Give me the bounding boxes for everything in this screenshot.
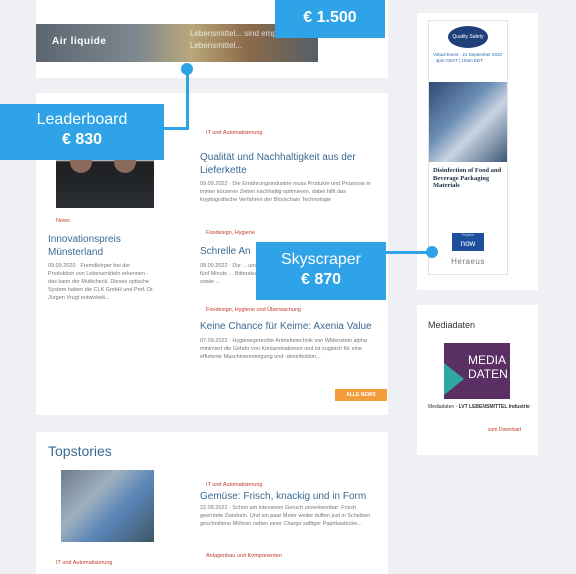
- news-item-title[interactable]: Keine Chance für Keime: Axenia Value: [200, 320, 380, 333]
- topstory-excerpt: 22.08.2022 · Schon am intensiven Geruch …: [200, 505, 371, 527]
- mediadaten-caption-prefix: Mediadaten -: [428, 404, 459, 410]
- topstory-tag[interactable]: IT und Automatisierung: [56, 560, 112, 566]
- news-left-excerpt: 09.09.2020 · Fremdkörper bei der Produkt…: [48, 263, 155, 301]
- arrow-icon: [444, 363, 464, 395]
- price-badge-top: € 1.500: [275, 0, 385, 38]
- news-item-excerpt: 07.09.2022 · Hygienegerechte Antriebstec…: [200, 338, 367, 360]
- sky-image: [429, 82, 507, 162]
- news-item-tag[interactable]: Foodesign, Hygiene und Überwachung: [206, 307, 301, 313]
- media-logo-line2: DATEN: [468, 367, 508, 381]
- connector-line: [186, 68, 189, 130]
- topstory-tag[interactable]: Anlagenbau und Komponenten: [206, 553, 282, 559]
- sky-headline: Disinfection of Food and Beverage Packag…: [433, 167, 502, 189]
- topstory-thumbnail[interactable]: [61, 470, 154, 542]
- heraeus-logo: Heraeus: [451, 257, 485, 266]
- media-logo-line1: MEDIA: [468, 353, 507, 367]
- badge-price: € 1.500: [303, 9, 357, 26]
- price-badge-skyscraper: Skyscraper € 870: [256, 242, 386, 300]
- all-news-button[interactable]: ALLE NEWS: [335, 389, 387, 401]
- badge-label: Skyscraper: [280, 251, 362, 268]
- connector-dot: [426, 246, 438, 258]
- connector-line: [386, 251, 430, 254]
- badge-price: € 830: [61, 131, 103, 148]
- download-link[interactable]: zum Download: [488, 427, 521, 433]
- register-label: Register: [461, 233, 475, 237]
- news-item-tag[interactable]: Foodesign, Hygiene: [206, 230, 255, 236]
- mediadaten-heading: Mediadaten: [428, 320, 476, 330]
- mediadaten-logo[interactable]: MEDIA DATEN: [444, 343, 510, 399]
- news-left-title[interactable]: Innovationspreis Münsterland: [48, 233, 158, 259]
- mediadaten-caption-bold: LVT LEBENSMITTEL Industrie: [458, 404, 530, 410]
- connector-line: [164, 127, 189, 130]
- connector-dot: [181, 63, 193, 75]
- topstory-title[interactable]: Gemüse: Frisch, knackig und in Form: [200, 490, 380, 503]
- news-item-excerpt: 09.09.2022 · Die Ernährungsindustrie mus…: [200, 181, 371, 203]
- topstories-heading: Topstories: [48, 443, 112, 459]
- quality-safety-logo: Quality Safety: [448, 26, 488, 48]
- news-item-tag[interactable]: IT und Automatisierung: [206, 130, 262, 136]
- skyscraper-ad[interactable]: Quality Safety Virtual Event · 21 Septem…: [428, 20, 508, 275]
- sky-event-info: Virtual Event · 21 September 2022 · 4pm …: [433, 52, 502, 63]
- topstory-tag[interactable]: IT und Automatisierung: [206, 482, 262, 488]
- badge-price: € 870: [300, 271, 342, 288]
- news-left-tag[interactable]: News: [56, 218, 70, 224]
- badge-label: Leaderboard: [36, 111, 128, 128]
- mediadaten-caption: Mediadaten - LVT LEBENSMITTEL Industrie: [428, 404, 536, 411]
- banner-logo: Air liquide: [52, 36, 107, 47]
- price-badge-leaderboard: Leaderboard € 830: [0, 104, 164, 160]
- news-item-title[interactable]: Qualität und Nachhaltigkeit aus der Lief…: [200, 151, 380, 177]
